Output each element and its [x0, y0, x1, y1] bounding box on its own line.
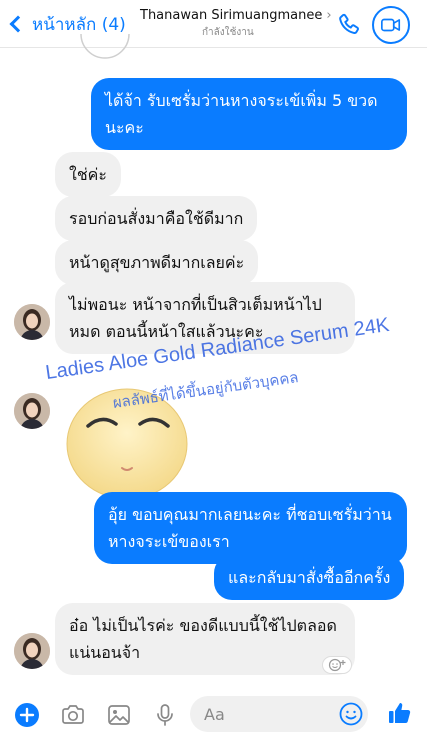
- plus-icon[interactable]: [14, 702, 40, 728]
- message-bubble-incoming[interactable]: อ๋อ ไม่เป็นไรค่ะ ของดีแบบนี้ใช้ไปตลอดแน่…: [55, 603, 355, 675]
- message-bubble-incoming[interactable]: ใช่ค่ะ: [55, 152, 121, 197]
- microphone-icon[interactable]: [152, 702, 178, 728]
- chevron-left-icon: [9, 15, 27, 33]
- contact-info[interactable]: Thanawan Sirimuangmanee › กำลังใช้งาน: [140, 8, 332, 40]
- contact-avatar[interactable]: [14, 393, 50, 429]
- message-bubble-incoming[interactable]: หน้าดูสุขภาพดีมากเลยค่ะ: [55, 240, 259, 285]
- avatar-photo: [14, 633, 50, 669]
- phone-icon[interactable]: [336, 12, 362, 38]
- message-bubble-incoming[interactable]: รอบก่อนสั่งมาคือใช้ดีมาก: [55, 196, 258, 241]
- message-bubble-outgoing[interactable]: ได้จ้า รับเซรั่มว่านหางจระเข้เพิ่ม 5 ขวด…: [91, 78, 407, 150]
- add-reaction-button[interactable]: [322, 656, 352, 674]
- smiley-icon[interactable]: [338, 701, 364, 727]
- contact-status: กำลังใช้งาน: [202, 27, 254, 38]
- contact-name: Thanawan Sirimuangmanee: [140, 8, 323, 23]
- video-icon: [381, 18, 401, 32]
- add-reaction-icon: [328, 658, 346, 672]
- video-call-button[interactable]: [372, 6, 410, 44]
- avatar-photo: [14, 304, 50, 340]
- image-icon[interactable]: [106, 702, 132, 728]
- conversation-header: หน้าหลัก (4) Thanawan Sirimuangmanee › กำ…: [0, 0, 427, 48]
- message-input[interactable]: [204, 696, 324, 732]
- composer-bar: [0, 688, 427, 740]
- like-icon[interactable]: [386, 699, 414, 727]
- camera-icon[interactable]: [60, 702, 86, 728]
- previous-sticker-fragment: [80, 34, 130, 59]
- message-bubble-incoming[interactable]: ไม่พอนะ หน้าจากที่เป็นสิวเต็มหน้าไปหมด ต…: [55, 282, 355, 354]
- message-bubble-outgoing[interactable]: และกลับมาสั่งซื้ออีกครั้ง: [214, 555, 405, 600]
- message-bubble-outgoing[interactable]: อุ้ย ขอบคุณมากเลยนะคะ ที่ชอบเซรั่มว่านหา…: [94, 492, 407, 564]
- message-list[interactable]: ได้จ้า รับเซรั่มว่านหางจระเข้เพิ่ม 5 ขวด…: [0, 34, 427, 688]
- contact-name-row: Thanawan Sirimuangmanee ›: [140, 8, 332, 23]
- avatar-photo: [14, 393, 50, 429]
- contact-avatar[interactable]: [14, 633, 50, 669]
- message-input-container[interactable]: [190, 696, 368, 732]
- chevron-right-icon: ›: [326, 8, 332, 23]
- disclaimer-watermark: ผลลัพธ์ที่ได้ขึ้นอยู่กับตัวบุคคล: [111, 368, 300, 412]
- contact-avatar[interactable]: [14, 304, 50, 340]
